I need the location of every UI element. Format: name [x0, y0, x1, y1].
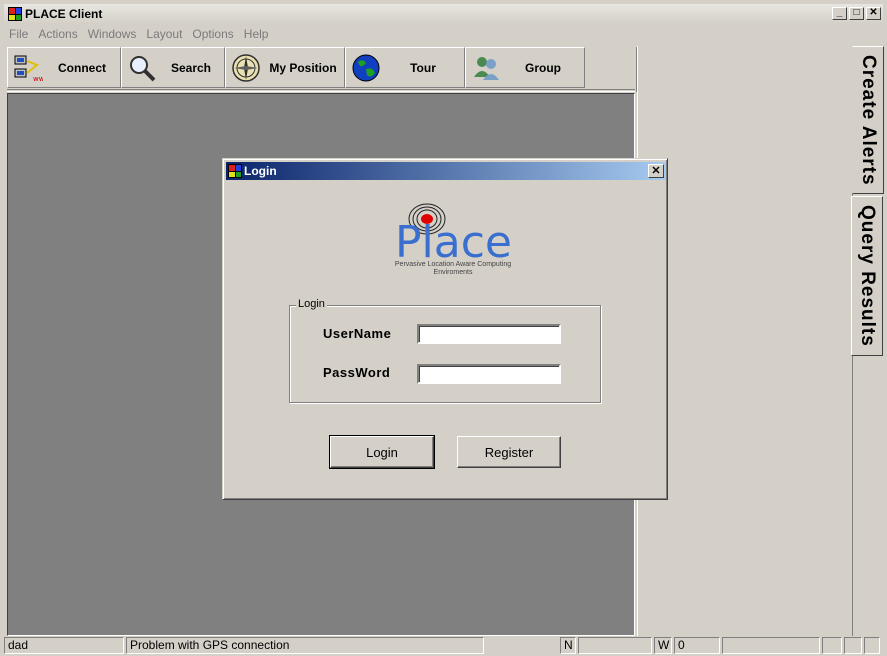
app-icon [8, 7, 22, 21]
dialog-close-button[interactable]: ✕ [648, 164, 664, 178]
status-message: Problem with GPS connection [126, 637, 484, 654]
status-lon-direction: W [654, 637, 672, 654]
status-field-small-2 [844, 637, 862, 654]
menu-help[interactable]: Help [239, 26, 274, 44]
password-label: PassWord [323, 365, 391, 380]
magnifier-icon [126, 52, 158, 84]
connect-button[interactable]: ww Connect [7, 47, 121, 88]
status-field-extra [722, 637, 820, 654]
connect-label: Connect [58, 60, 106, 75]
dialog-app-icon [228, 164, 242, 178]
tab-query-results-label: Query Results [857, 205, 878, 347]
search-button[interactable]: Search [121, 47, 225, 88]
right-panel [637, 46, 887, 636]
status-lat-value [578, 637, 652, 654]
login-groupbox: Login UserName PassWord [289, 298, 601, 403]
status-field-small-3 [864, 637, 880, 654]
username-input[interactable] [417, 324, 561, 344]
tour-button[interactable]: Tour [345, 47, 465, 88]
tour-label: Tour [410, 60, 436, 75]
right-panel-content [638, 46, 853, 636]
title-bar[interactable]: PLACE Client _ □ ✕ [4, 4, 883, 24]
my-position-label: My Position [269, 60, 337, 75]
globe-icon [350, 52, 382, 84]
toolbar-divider [7, 89, 635, 92]
close-button[interactable]: ✕ [866, 7, 881, 20]
username-label: UserName [323, 326, 392, 341]
status-user: dad [4, 637, 124, 654]
users-icon [470, 52, 502, 84]
status-field-small-1 [822, 637, 842, 654]
login-dialog: Login ✕ Place Pervasive Location Aware C… [222, 158, 668, 500]
status-spacer [486, 637, 558, 654]
menu-windows[interactable]: Windows [83, 26, 142, 44]
register-button[interactable]: Register [457, 436, 561, 468]
dialog-title-bar[interactable]: Login ✕ [226, 162, 666, 180]
menu-options[interactable]: Options [187, 26, 238, 44]
my-position-button[interactable]: My Position [225, 47, 345, 88]
place-logo: Place Pervasive Location Aware Computing… [383, 201, 523, 281]
minimize-button[interactable]: _ [832, 7, 847, 20]
maximize-button[interactable]: □ [849, 7, 864, 20]
window-title: PLACE Client [25, 7, 103, 21]
menu-file[interactable]: File [4, 26, 33, 44]
status-bar: dad Problem with GPS connection N W 0 [4, 637, 887, 656]
password-input[interactable] [417, 364, 561, 384]
menu-layout[interactable]: Layout [141, 26, 187, 44]
login-button[interactable]: Login [329, 435, 435, 469]
status-lat-direction: N [560, 637, 576, 654]
compass-icon [230, 52, 262, 84]
dialog-title: Login [244, 164, 277, 178]
tab-create-alerts-label: Create Alerts [858, 54, 879, 186]
tab-create-alerts[interactable]: Create Alerts [852, 46, 884, 194]
menu-actions[interactable]: Actions [33, 26, 82, 44]
group-label: Group [525, 60, 561, 75]
app-window: PLACE Client _ □ ✕ File Actions Windows … [0, 0, 887, 656]
group-button[interactable]: Group [465, 47, 585, 88]
status-lon-value: 0 [674, 637, 720, 654]
search-label: Search [170, 60, 212, 75]
svg-text:ww: ww [33, 75, 43, 83]
logo-tagline-2: Enviroments [433, 269, 473, 276]
toolbar: ww Connect Search My Position Tour Group [7, 47, 636, 90]
login-group-label: Login [296, 298, 327, 310]
logo-tagline-1: Pervasive Location Aware Computing [394, 261, 512, 268]
network-computers-icon: ww [12, 52, 44, 84]
menu-bar: File Actions Windows Layout Options Help [4, 26, 273, 44]
tab-query-results[interactable]: Query Results [851, 196, 883, 356]
toolbar-grip[interactable] [625, 47, 637, 92]
